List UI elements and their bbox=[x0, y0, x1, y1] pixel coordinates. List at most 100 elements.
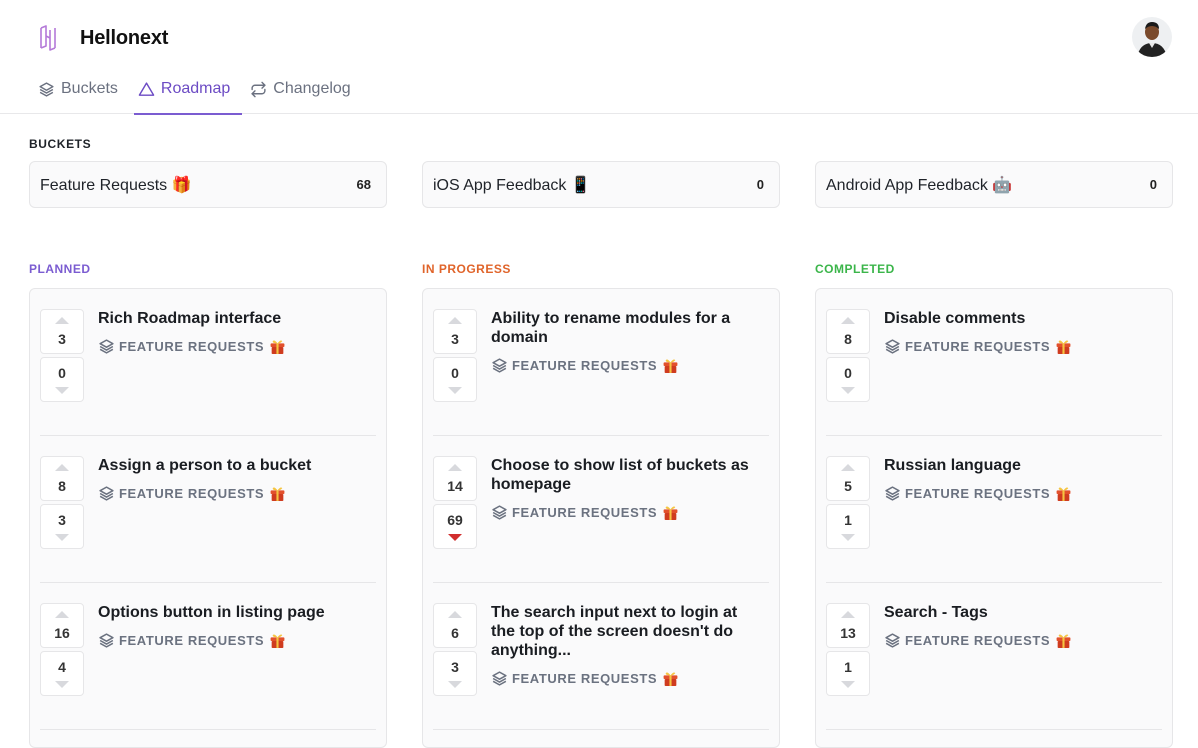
roadmap-column-planned: 3 0 Rich Roadmap interface FEATURE REQUE… bbox=[29, 288, 387, 748]
item-tag-label: FEATURE REQUESTS bbox=[119, 339, 265, 354]
item-bucket-tag: FEATURE REQUESTS bbox=[98, 631, 366, 650]
downvote-count: 1 bbox=[844, 659, 852, 675]
downvote-button[interactable]: 0 bbox=[433, 357, 477, 402]
item-title: Disable comments bbox=[884, 310, 1026, 327]
upvote-button[interactable]: 3 bbox=[433, 309, 477, 354]
layers-icon bbox=[885, 339, 900, 354]
tab-changelog[interactable]: Changelog bbox=[242, 74, 358, 114]
layers-icon bbox=[492, 505, 507, 520]
item-tag-label: FEATURE REQUESTS bbox=[119, 486, 265, 501]
downvote-arrow-icon bbox=[55, 681, 69, 688]
upvote-count: 8 bbox=[844, 331, 852, 347]
downvote-button[interactable]: 3 bbox=[40, 504, 84, 549]
downvote-count: 1 bbox=[844, 512, 852, 528]
layers-icon bbox=[492, 358, 507, 373]
upvote-button[interactable]: 8 bbox=[40, 456, 84, 501]
downvote-arrow-icon bbox=[841, 681, 855, 688]
tab-buckets[interactable]: Buckets bbox=[30, 74, 126, 114]
layers-icon bbox=[885, 486, 900, 501]
tab-roadmap[interactable]: Roadmap bbox=[130, 74, 243, 115]
item-title-link[interactable]: Ability to rename modules for a domain F… bbox=[491, 309, 759, 375]
column-title-in-progress: IN PROGRESS bbox=[422, 262, 511, 276]
roadmap-item: 3 0 Rich Roadmap interface FEATURE REQUE… bbox=[40, 289, 376, 436]
vote-controls: 14 69 bbox=[433, 456, 477, 549]
upvote-arrow-icon bbox=[448, 464, 462, 471]
downvote-button[interactable]: 69 bbox=[433, 504, 477, 549]
downvote-button[interactable]: 0 bbox=[826, 357, 870, 402]
hellonext-logo-icon bbox=[40, 25, 56, 51]
item-bucket-tag: FEATURE REQUESTS bbox=[884, 337, 1152, 356]
upvote-arrow-icon bbox=[841, 611, 855, 618]
item-bucket-tag: FEATURE REQUESTS bbox=[884, 631, 1152, 650]
upvote-button[interactable]: 13 bbox=[826, 603, 870, 648]
item-title-link[interactable]: Disable comments FEATURE REQUESTS bbox=[884, 309, 1152, 356]
upvote-button[interactable]: 6 bbox=[433, 603, 477, 648]
upvote-button[interactable]: 3 bbox=[40, 309, 84, 354]
upvote-arrow-icon bbox=[55, 464, 69, 471]
downvote-button[interactable]: 4 bbox=[40, 651, 84, 696]
bucket-card-feature-requests[interactable]: Feature Requests 🎁 68 bbox=[29, 161, 387, 208]
roadmap-item: 13 1 Search - Tags FEATURE REQUESTS bbox=[826, 583, 1162, 730]
downvote-count: 0 bbox=[58, 365, 66, 381]
column-title-planned: PLANNED bbox=[29, 262, 91, 276]
gift-icon bbox=[663, 672, 678, 686]
brand[interactable]: Hellonext bbox=[38, 24, 168, 52]
gift-icon bbox=[1056, 487, 1071, 501]
column-title-completed: COMPLETED bbox=[815, 262, 895, 276]
downvote-button[interactable]: 3 bbox=[433, 651, 477, 696]
upvote-button[interactable]: 8 bbox=[826, 309, 870, 354]
upvote-arrow-icon bbox=[55, 611, 69, 618]
item-title-link[interactable]: Search - Tags FEATURE REQUESTS bbox=[884, 603, 1152, 650]
item-tag-label: FEATURE REQUESTS bbox=[512, 671, 658, 686]
item-title: Rich Roadmap interface bbox=[98, 310, 282, 327]
item-title-link[interactable]: Assign a person to a bucket FEATURE REQU… bbox=[98, 456, 366, 503]
downvote-arrow-icon bbox=[55, 534, 69, 541]
gift-icon bbox=[663, 359, 678, 373]
upvote-arrow-icon bbox=[55, 317, 69, 324]
upvote-count: 16 bbox=[54, 625, 70, 641]
upvote-count: 13 bbox=[840, 625, 856, 641]
item-tag-label: FEATURE REQUESTS bbox=[905, 633, 1051, 648]
roadmap-item: 6 3 The search input next to login at th… bbox=[433, 583, 769, 730]
downvote-count: 0 bbox=[844, 365, 852, 381]
item-bucket-tag: FEATURE REQUESTS bbox=[491, 356, 759, 375]
upvote-button[interactable]: 5 bbox=[826, 456, 870, 501]
upvote-button[interactable]: 14 bbox=[433, 456, 477, 501]
item-title-link[interactable]: Options button in listing page FEATURE R… bbox=[98, 603, 366, 650]
roadmap-item: 3 0 Ability to rename modules for a doma… bbox=[433, 289, 769, 436]
item-title-link[interactable]: Rich Roadmap interface FEATURE REQUESTS bbox=[98, 309, 366, 356]
upvote-button[interactable]: 16 bbox=[40, 603, 84, 648]
bucket-card-android-feedback[interactable]: Android App Feedback 🤖 0 bbox=[815, 161, 1173, 208]
user-avatar[interactable] bbox=[1132, 17, 1172, 57]
item-title-link[interactable]: Russian language FEATURE REQUESTS bbox=[884, 456, 1152, 503]
vote-controls: 16 4 bbox=[40, 603, 84, 696]
upvote-count: 8 bbox=[58, 478, 66, 494]
roadmap-column-completed: 8 0 Disable comments FEATURE REQUESTS 5 … bbox=[815, 288, 1173, 748]
item-title: Russian language bbox=[884, 457, 1021, 474]
downvote-count: 4 bbox=[58, 659, 66, 675]
roadmap-item: 16 4 Options button in listing page FEAT… bbox=[40, 583, 376, 730]
upvote-count: 3 bbox=[451, 331, 459, 347]
downvote-arrow-icon bbox=[841, 387, 855, 394]
downvote-arrow-icon bbox=[448, 681, 462, 688]
item-title-link[interactable]: Choose to show list of buckets as homepa… bbox=[491, 456, 759, 522]
upvote-arrow-icon bbox=[448, 317, 462, 324]
downvote-button[interactable]: 1 bbox=[826, 651, 870, 696]
upvote-arrow-icon bbox=[448, 611, 462, 618]
bucket-card-ios-feedback[interactable]: iOS App Feedback 📱 0 bbox=[422, 161, 780, 208]
repeat-icon bbox=[251, 81, 266, 98]
downvote-count: 3 bbox=[58, 512, 66, 528]
layers-icon bbox=[99, 486, 114, 501]
item-title: Options button in listing page bbox=[98, 604, 325, 621]
main-nav: Buckets Roadmap Changelog bbox=[30, 74, 363, 115]
downvote-button[interactable]: 1 bbox=[826, 504, 870, 549]
item-title-link[interactable]: The search input next to login at the to… bbox=[491, 603, 759, 688]
bucket-count: 68 bbox=[356, 177, 371, 192]
item-bucket-tag: FEATURE REQUESTS bbox=[491, 669, 759, 688]
downvote-count: 69 bbox=[447, 512, 463, 528]
upvote-count: 6 bbox=[451, 625, 459, 641]
roadmap-item: 14 69 Choose to show list of buckets as … bbox=[433, 436, 769, 583]
item-tag-label: FEATURE REQUESTS bbox=[905, 339, 1051, 354]
item-title: Search - Tags bbox=[884, 604, 988, 621]
downvote-button[interactable]: 0 bbox=[40, 357, 84, 402]
